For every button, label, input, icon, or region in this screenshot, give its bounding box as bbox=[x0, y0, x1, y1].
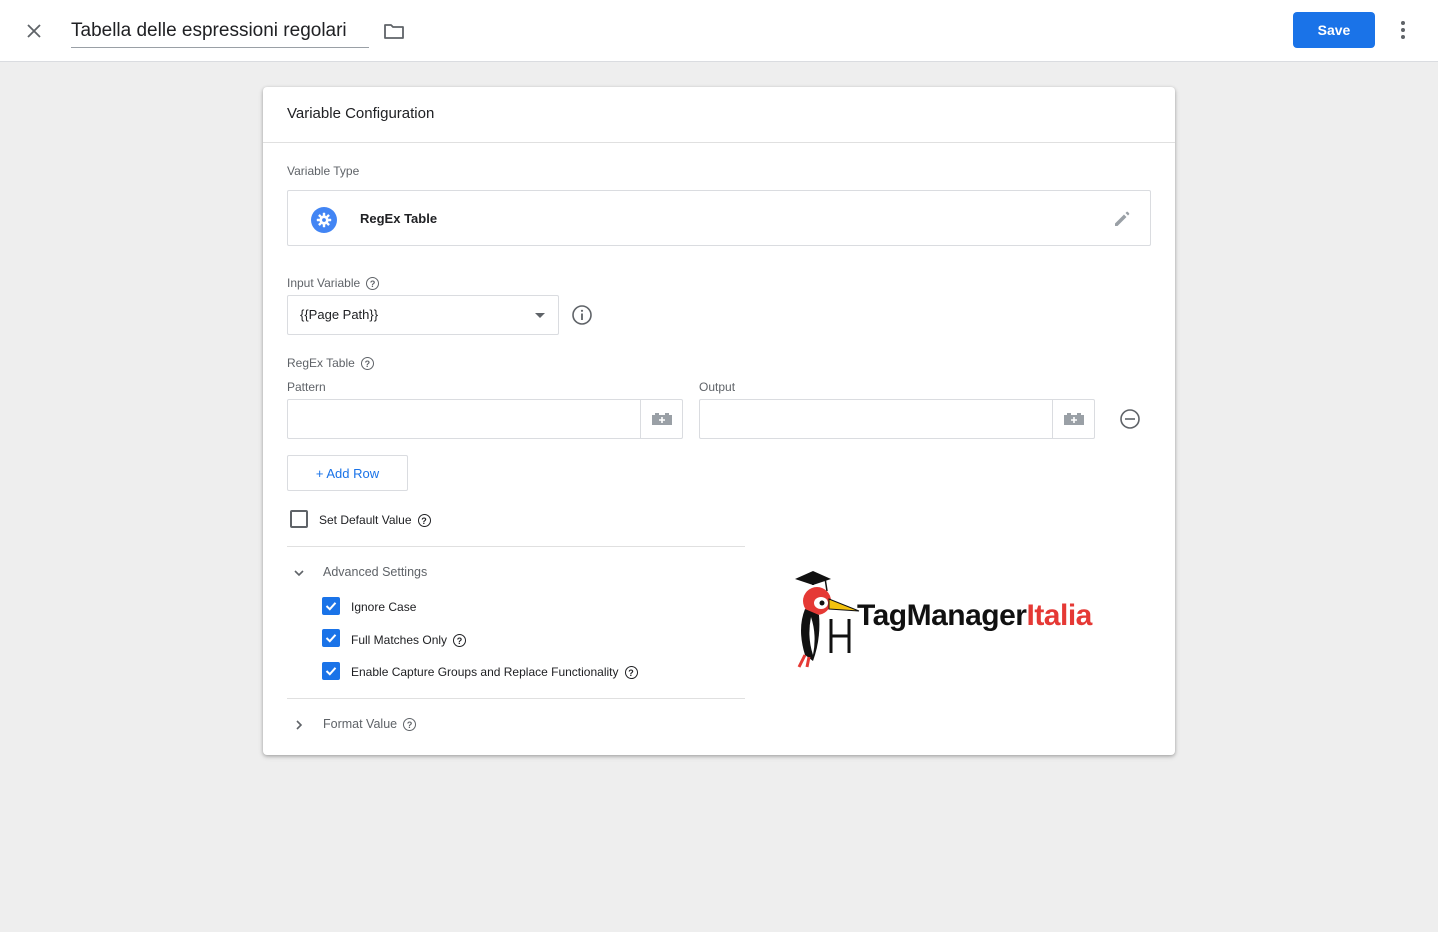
variable-type-name: RegEx Table bbox=[360, 211, 438, 226]
capture-groups-label-text: Enable Capture Groups and Replace Functi… bbox=[351, 665, 619, 679]
chevron-right-icon bbox=[296, 720, 303, 730]
ignore-case-checkbox[interactable] bbox=[322, 597, 340, 615]
variable-type-selector[interactable]: RegEx Table bbox=[287, 190, 1151, 246]
more-vert-icon[interactable] bbox=[1391, 18, 1415, 42]
card-title: Variable Configuration bbox=[287, 105, 435, 122]
pattern-input[interactable] bbox=[288, 400, 642, 438]
container-title: Tabella delle espressioni regolari bbox=[71, 20, 347, 41]
help-icon[interactable]: ? bbox=[403, 718, 417, 732]
capture-groups-label: Enable Capture Groups and Replace Functi… bbox=[351, 665, 638, 680]
format-value-title-text: Format Value bbox=[323, 717, 398, 731]
regex-table-label-text: RegEx Table bbox=[287, 356, 355, 370]
gear-icon bbox=[311, 207, 337, 233]
remove-row-icon[interactable] bbox=[1119, 408, 1141, 430]
pattern-column-label: Pattern bbox=[287, 380, 326, 394]
ignore-case-label: Ignore Case bbox=[351, 600, 417, 614]
logo-text-italia: Italia bbox=[1026, 599, 1092, 632]
insert-variable-icon[interactable] bbox=[1052, 400, 1094, 438]
output-column-label: Output bbox=[699, 380, 736, 394]
add-row-button[interactable]: + Add Row bbox=[287, 455, 408, 491]
chevron-down-icon bbox=[294, 570, 304, 577]
checkmark-icon bbox=[325, 667, 337, 676]
checkmark-icon bbox=[325, 602, 337, 611]
variable-configuration-card: Variable Configuration Variable Type Reg… bbox=[263, 87, 1175, 755]
default-value-label: Set Default Value? bbox=[319, 513, 431, 528]
input-variable-label-text: Input Variable bbox=[287, 276, 361, 290]
help-icon[interactable]: ? bbox=[624, 666, 638, 680]
full-matches-checkbox[interactable] bbox=[322, 629, 340, 647]
woodpecker-mascot-icon bbox=[795, 571, 860, 668]
insert-variable-icon[interactable] bbox=[640, 400, 682, 438]
divider bbox=[287, 546, 745, 547]
format-value-toggle[interactable]: Format Value? bbox=[287, 713, 727, 737]
divider bbox=[287, 698, 745, 699]
variable-type-label: Variable Type bbox=[287, 164, 360, 178]
regex-table-label: RegEx Table? bbox=[287, 356, 374, 371]
card-header: Variable Configuration bbox=[263, 87, 1175, 143]
help-icon[interactable]: ? bbox=[360, 357, 374, 371]
default-value-checkbox[interactable] bbox=[290, 510, 308, 528]
dropdown-caret-icon bbox=[535, 313, 545, 318]
checkmark-icon bbox=[325, 634, 337, 643]
full-matches-label: Full Matches Only? bbox=[351, 633, 467, 648]
output-input[interactable] bbox=[700, 400, 1054, 438]
top-bar: Tabella delle espressioni regolari Save bbox=[0, 0, 1438, 62]
pattern-field bbox=[287, 399, 683, 439]
help-icon[interactable]: ? bbox=[366, 277, 380, 291]
advanced-settings-toggle[interactable]: Advanced Settings bbox=[287, 561, 727, 585]
advanced-settings-title: Advanced Settings bbox=[323, 565, 428, 579]
input-variable-label: Input Variable? bbox=[287, 276, 380, 291]
close-icon[interactable] bbox=[22, 19, 46, 43]
format-value-title: Format Value? bbox=[323, 717, 417, 732]
pencil-icon[interactable] bbox=[1112, 209, 1132, 229]
help-icon[interactable]: ? bbox=[417, 514, 431, 528]
title-field[interactable]: Tabella delle espressioni regolari bbox=[71, 14, 369, 48]
output-field bbox=[699, 399, 1095, 439]
folder-icon[interactable] bbox=[382, 19, 406, 43]
input-variable-value: {{Page Path}} bbox=[300, 307, 379, 322]
input-variable-select[interactable]: {{Page Path}} bbox=[287, 295, 559, 335]
full-matches-label-text: Full Matches Only bbox=[351, 633, 448, 647]
logo-text-tagmanager: TagManager bbox=[857, 599, 1027, 632]
capture-groups-checkbox[interactable] bbox=[322, 662, 340, 680]
info-icon[interactable] bbox=[571, 304, 593, 326]
save-button[interactable]: Save bbox=[1293, 12, 1375, 48]
tagmanageritalia-logo: TagManagerItalia bbox=[791, 569, 1127, 669]
help-icon[interactable]: ? bbox=[453, 634, 467, 648]
logo-text: TagManagerItalia bbox=[857, 599, 1092, 633]
default-value-label-text: Set Default Value bbox=[319, 513, 412, 527]
